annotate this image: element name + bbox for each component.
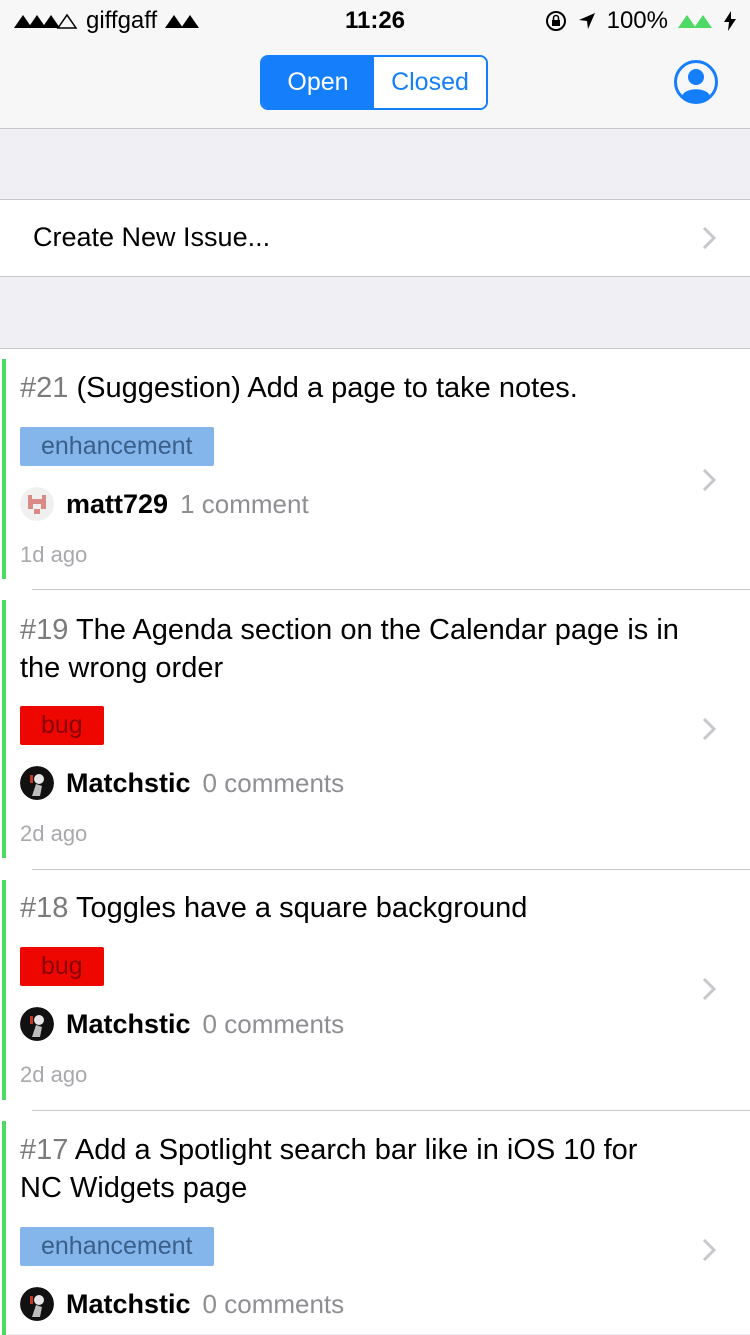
issue-number: #17 — [20, 1134, 69, 1166]
profile-icon[interactable] — [674, 60, 718, 104]
battery-percent: 100% — [606, 7, 668, 34]
issue-number: #21 — [20, 372, 69, 404]
segment-closed[interactable]: Closed — [374, 57, 486, 108]
issue-label: bug — [20, 706, 104, 745]
avatar — [20, 1007, 54, 1041]
issue-title: #17 Add a Spotlight search bar like in i… — [20, 1131, 680, 1207]
issue-author: Matchstic — [66, 767, 191, 798]
issue-comments: 0 comments — [202, 1288, 345, 1319]
issue-age: 1d ago — [20, 542, 88, 567]
issue-row[interactable]: #21 (Suggestion) Add a page to take note… — [0, 359, 750, 579]
chevron-right-icon — [702, 226, 716, 250]
open-status-bar — [2, 880, 6, 1100]
issue-meta: Matchstic 0 comments — [20, 1286, 344, 1322]
chevron-right-icon — [702, 468, 716, 492]
issue-age: 2d ago — [20, 821, 88, 846]
issue-author: Matchstic — [66, 1288, 191, 1319]
issue-title-text: The Agenda section on the Calendar page … — [20, 614, 679, 684]
issue-number: #19 — [20, 614, 69, 646]
charging-bolt-icon — [724, 11, 736, 31]
create-new-issue-label: Create New Issue... — [33, 222, 271, 252]
issue-title: #21 (Suggestion) Add a page to take note… — [20, 369, 680, 407]
issue-number: #18 — [20, 892, 69, 924]
issue-author: matt729 — [66, 488, 169, 519]
issue-meta: Matchstic 0 comments — [20, 1006, 344, 1042]
open-status-bar — [2, 359, 6, 579]
issue-title: #19 The Agenda section on the Calendar p… — [20, 611, 680, 687]
issue-label: bug — [20, 947, 104, 986]
issue-meta: matt729 1 comment — [20, 486, 309, 522]
status-bar: giffgaff 11:26 100% — [0, 0, 750, 40]
issue-author: Matchstic — [66, 1008, 191, 1039]
issue-row[interactable]: #19 The Agenda section on the Calendar p… — [0, 600, 750, 858]
row-separator — [32, 1110, 750, 1111]
status-right: 100% — [545, 7, 736, 35]
avatar — [20, 487, 54, 521]
issue-title: #18 Toggles have a square background — [20, 889, 680, 927]
section-spacer — [0, 277, 750, 348]
open-status-bar — [2, 1121, 6, 1335]
row-separator — [32, 869, 750, 870]
row-separator — [32, 589, 750, 590]
navigation-bar: Open Closed — [0, 40, 750, 129]
issue-title-text: Toggles have a square background — [75, 892, 528, 924]
issue-comments: 0 comments — [202, 767, 345, 798]
open-status-bar — [2, 600, 6, 858]
issue-comments: 0 comments — [202, 1008, 345, 1039]
issue-comments: 1 comment — [180, 488, 309, 519]
chevron-right-icon — [702, 977, 716, 1001]
issue-row[interactable]: #17 Add a Spotlight search bar like in i… — [0, 1121, 750, 1335]
issue-age: 2d ago — [20, 1062, 88, 1087]
avatar — [20, 766, 54, 800]
rotation-lock-icon — [545, 11, 566, 31]
segment-open[interactable]: Open — [262, 57, 374, 108]
open-closed-segmented-control: Open Closed — [260, 55, 488, 110]
avatar — [20, 1287, 54, 1321]
issue-label: enhancement — [20, 1227, 214, 1266]
section-spacer — [0, 129, 750, 199]
issue-label: enhancement — [20, 427, 214, 466]
issue-meta: Matchstic 0 comments — [20, 765, 344, 801]
issue-row[interactable]: #18 Toggles have a square background bug… — [0, 880, 750, 1100]
issue-list: #21 (Suggestion) Add a page to take note… — [0, 348, 750, 1335]
chevron-right-icon — [702, 717, 716, 741]
issue-title-text: Add a Spotlight search bar like in iOS 1… — [20, 1134, 638, 1204]
create-new-issue-row[interactable]: Create New Issue... — [0, 199, 750, 277]
location-arrow-icon — [578, 13, 595, 29]
chevron-right-icon — [702, 1238, 716, 1262]
issue-title-text: (Suggestion) Add a page to take notes. — [76, 372, 578, 404]
battery-signal-icon — [678, 15, 712, 28]
